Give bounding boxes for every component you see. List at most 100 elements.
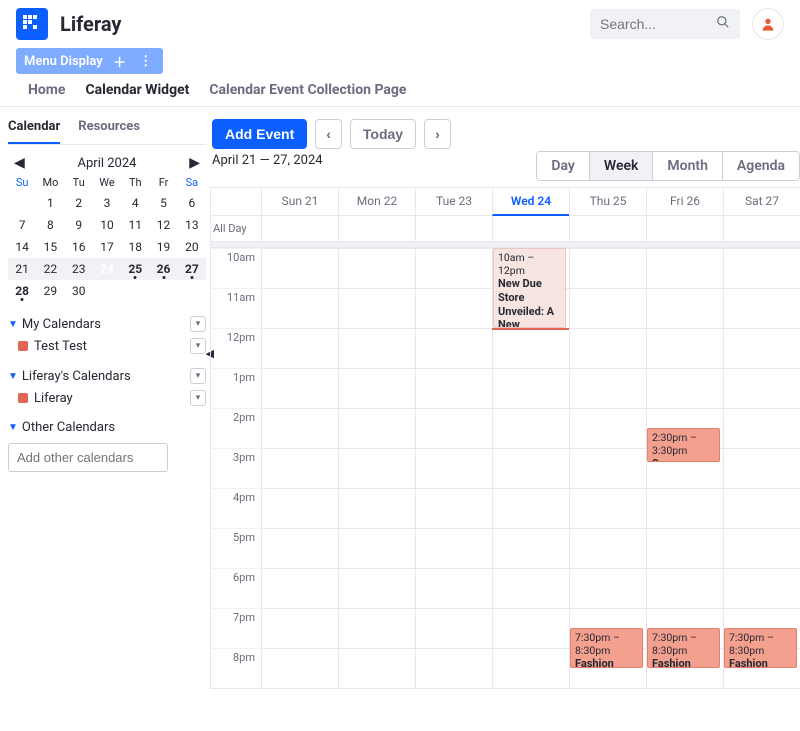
- day-header[interactable]: Sat 27: [723, 188, 800, 216]
- time-cell[interactable]: [646, 528, 723, 568]
- add-menu-icon[interactable]: ＋: [111, 52, 129, 70]
- time-cell[interactable]: [415, 608, 492, 648]
- mini-day[interactable]: 23: [65, 258, 93, 280]
- mini-day[interactable]: 7: [8, 214, 36, 236]
- day-header[interactable]: Wed 24: [492, 188, 569, 216]
- today-button[interactable]: Today: [350, 119, 416, 149]
- time-cell[interactable]: [492, 328, 569, 368]
- time-cell[interactable]: [261, 608, 338, 648]
- time-cell[interactable]: [569, 288, 646, 328]
- mini-day[interactable]: 30: [65, 280, 93, 302]
- mini-day[interactable]: 12: [149, 214, 177, 236]
- mini-day[interactable]: 3: [93, 192, 121, 214]
- time-cell[interactable]: [492, 368, 569, 408]
- time-cell[interactable]: [492, 608, 569, 648]
- mini-day[interactable]: 4: [121, 192, 149, 214]
- calendar-item-menu[interactable]: ▾: [190, 390, 206, 406]
- time-cell[interactable]: [261, 248, 338, 288]
- time-cell[interactable]: [338, 528, 415, 568]
- mini-day[interactable]: 17: [93, 236, 121, 258]
- mini-day[interactable]: 25: [121, 258, 149, 280]
- time-cell[interactable]: [415, 528, 492, 568]
- time-cell[interactable]: [492, 448, 569, 488]
- time-cell[interactable]: [723, 288, 800, 328]
- mini-day[interactable]: 29: [36, 280, 64, 302]
- calendar-item[interactable]: Liferay ▾: [8, 384, 206, 406]
- time-cell[interactable]: [415, 248, 492, 288]
- mini-day[interactable]: 27: [178, 258, 206, 280]
- mini-day[interactable]: 11: [121, 214, 149, 236]
- next-week-button[interactable]: ›: [424, 119, 451, 149]
- time-cell[interactable]: [415, 488, 492, 528]
- time-cell[interactable]: [569, 448, 646, 488]
- time-cell[interactable]: [569, 408, 646, 448]
- mini-day[interactable]: 24: [93, 258, 121, 280]
- mini-day[interactable]: 21: [8, 258, 36, 280]
- time-cell[interactable]: [569, 368, 646, 408]
- time-cell[interactable]: [723, 248, 800, 288]
- search-box[interactable]: [590, 9, 740, 39]
- mini-day[interactable]: 8: [36, 214, 64, 236]
- add-event-button[interactable]: Add Event: [212, 119, 307, 149]
- sub-tab-resources[interactable]: Resources: [78, 115, 140, 144]
- allday-cell[interactable]: [723, 216, 800, 242]
- search-input[interactable]: [600, 16, 716, 32]
- time-cell[interactable]: [338, 448, 415, 488]
- time-cell[interactable]: [338, 568, 415, 608]
- top-tab-home[interactable]: Home: [28, 82, 65, 106]
- calendar-event[interactable]: 7:30pm – 8:30pmFashion Forward: [724, 628, 797, 668]
- time-cell[interactable]: [646, 368, 723, 408]
- menu-options-icon[interactable]: ⋮: [137, 52, 155, 70]
- mini-next-icon[interactable]: ▶: [189, 155, 200, 171]
- time-cell[interactable]: [338, 368, 415, 408]
- mini-day[interactable]: 28: [8, 280, 36, 302]
- time-cell[interactable]: [492, 408, 569, 448]
- brand-logo[interactable]: [16, 8, 48, 40]
- time-cell[interactable]: [261, 368, 338, 408]
- my-calendars-head[interactable]: ▼ My Calendars ▾: [8, 316, 206, 332]
- time-cell[interactable]: [723, 368, 800, 408]
- mini-day[interactable]: 20: [178, 236, 206, 258]
- time-cell[interactable]: [261, 448, 338, 488]
- site-calendars-head[interactable]: ▼ Liferay's Calendars ▾: [8, 368, 206, 384]
- my-calendars-menu[interactable]: ▾: [190, 316, 206, 332]
- mini-day[interactable]: 16: [65, 236, 93, 258]
- time-cell[interactable]: [338, 608, 415, 648]
- time-cell[interactable]: [261, 488, 338, 528]
- time-cell[interactable]: [338, 488, 415, 528]
- time-cell[interactable]: [646, 328, 723, 368]
- calendar-item[interactable]: Test Test ▾: [8, 332, 206, 354]
- time-cell[interactable]: [569, 328, 646, 368]
- calendar-event[interactable]: 7:30pm – 8:30pmFashion Forward: [570, 628, 643, 668]
- time-cell[interactable]: [723, 568, 800, 608]
- view-month[interactable]: Month: [653, 152, 723, 180]
- time-cell[interactable]: [261, 408, 338, 448]
- time-cell[interactable]: [415, 568, 492, 608]
- time-cell[interactable]: [338, 648, 415, 688]
- time-cell[interactable]: [338, 328, 415, 368]
- mini-day[interactable]: 9: [65, 214, 93, 236]
- time-cell[interactable]: [569, 248, 646, 288]
- time-cell[interactable]: [338, 408, 415, 448]
- site-calendars-menu[interactable]: ▾: [190, 368, 206, 384]
- calendar-event[interactable]: 2:30pm – 3:30pmSummer Fashion: [647, 428, 720, 462]
- time-cell[interactable]: [492, 568, 569, 608]
- day-header[interactable]: Fri 26: [646, 188, 723, 216]
- time-cell[interactable]: [492, 528, 569, 568]
- allday-cell[interactable]: [415, 216, 492, 242]
- time-cell[interactable]: [569, 528, 646, 568]
- other-calendars-head[interactable]: ▼ Other Calendars: [8, 420, 206, 435]
- mini-day[interactable]: 18: [121, 236, 149, 258]
- brand-name[interactable]: Liferay: [60, 12, 121, 36]
- time-cell[interactable]: [415, 328, 492, 368]
- user-avatar[interactable]: [752, 8, 784, 40]
- time-cell[interactable]: [261, 328, 338, 368]
- mini-prev-icon[interactable]: ◀: [14, 155, 25, 171]
- mini-day[interactable]: 2: [65, 192, 93, 214]
- calendar-event[interactable]: 10am – 12pmNew Due Store Unveiled: A New: [493, 248, 566, 328]
- day-header[interactable]: Thu 25: [569, 188, 646, 216]
- view-agenda[interactable]: Agenda: [723, 152, 799, 180]
- menu-display-chip[interactable]: Menu Display ＋ ⋮: [16, 48, 163, 74]
- time-cell[interactable]: [415, 648, 492, 688]
- time-cell[interactable]: [492, 488, 569, 528]
